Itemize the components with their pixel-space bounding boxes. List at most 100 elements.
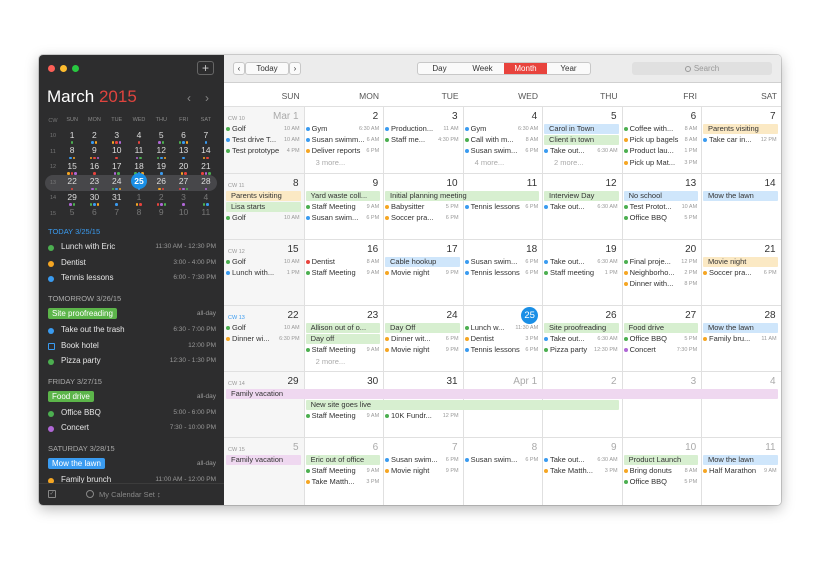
timed-event[interactable]: Concert 7:30 PM [623, 345, 700, 355]
timed-event[interactable]: Dinner wi... 6:30 PM [226, 334, 302, 344]
mini-day[interactable]: 28 [195, 175, 217, 191]
timed-event[interactable]: Take car in... 12 PM [703, 135, 779, 145]
allday-event[interactable]: Movie night [703, 257, 778, 267]
timed-event[interactable]: Take out... 6:30 AM [544, 257, 620, 267]
mini-day[interactable]: 3 [172, 191, 194, 206]
next-period-button[interactable]: › [289, 62, 301, 75]
mini-day[interactable]: 5 [150, 129, 172, 144]
mini-day[interactable]: 9 [83, 144, 105, 160]
mini-day[interactable]: 6 [83, 206, 105, 221]
timed-event[interactable]: Staff Meeting 9 AM [305, 202, 382, 212]
mini-day[interactable]: 9 [150, 206, 172, 221]
timed-event[interactable]: Dentist 8 AM [305, 257, 382, 267]
timed-event[interactable]: Movie night 9 PM [385, 268, 461, 278]
mini-day[interactable]: 7 [106, 206, 128, 221]
search-field[interactable]: Search [632, 62, 772, 75]
timed-event[interactable]: Susan swim... 6 PM [385, 455, 461, 465]
multiday-event[interactable]: Initial planning meeting [385, 191, 539, 201]
mini-day[interactable]: 7 [195, 129, 217, 144]
timed-event[interactable]: Neighborho... 2 PM [623, 268, 700, 278]
mini-day[interactable]: 17 [106, 160, 128, 175]
timed-event[interactable]: Coffee with... 8 AM [623, 124, 700, 134]
zoom-window-button[interactable] [72, 65, 79, 72]
allday-event[interactable]: Client in town [544, 135, 619, 146]
timed-event[interactable]: Test prototype 4 PM [226, 146, 302, 156]
timed-event[interactable]: Tennis lessons 6 PM [464, 268, 541, 278]
allday-event[interactable]: Site proofreading [544, 323, 619, 333]
mini-day[interactable]: 1 [128, 191, 150, 206]
timed-event[interactable]: Half Marathon 9 AM [703, 466, 779, 476]
agenda-item[interactable]: Take out the trash 6:30 - 7:00 PM [48, 325, 216, 338]
multiday-event[interactable]: New site goes live [305, 400, 619, 411]
allday-event[interactable]: Eric out of office [305, 455, 381, 465]
timed-event[interactable]: Golf 10 AM [226, 213, 302, 223]
timed-event[interactable]: Lunch with... 1 PM [226, 268, 302, 278]
timed-event[interactable]: Movie night 9 PM [385, 466, 461, 476]
mini-day[interactable]: 2 [83, 129, 105, 144]
mini-day[interactable]: 22 [61, 175, 83, 191]
prev-period-button[interactable]: ‹ [233, 62, 245, 75]
timed-event[interactable]: Gym 6:30 AM [464, 124, 541, 134]
timed-event[interactable]: Office BBQ 5 PM [623, 213, 700, 223]
timed-event[interactable]: Susan swimm... 6 AM [305, 135, 382, 145]
today-button[interactable]: Today [245, 62, 289, 75]
mini-day[interactable]: 10 [106, 144, 128, 160]
timed-event[interactable]: Babysitter 5 PM [385, 202, 461, 212]
allday-event[interactable]: Mow the lawn [703, 191, 778, 201]
timed-event[interactable]: Deliver reports 6 PM [305, 146, 382, 156]
mini-day[interactable]: 6 [172, 129, 194, 144]
timed-event[interactable]: Dentist 3 PM [464, 334, 541, 344]
timed-event[interactable]: 10K Fundr... 12 PM [385, 411, 461, 421]
allday-event[interactable]: Family vacation [226, 455, 301, 465]
more-events-link[interactable]: 4 more... [465, 158, 541, 168]
timed-event[interactable]: Production... 11 AM [385, 124, 461, 134]
mini-day[interactable]: 11 [128, 144, 150, 160]
close-window-button[interactable] [48, 65, 55, 72]
allday-event[interactable]: Food drive [623, 323, 699, 333]
more-events-link[interactable]: 2 more... [544, 158, 620, 168]
mini-day[interactable]: 4 [195, 191, 217, 206]
timed-event[interactable]: Susan swim... 6 PM [464, 455, 541, 465]
agenda-item[interactable]: Pizza party 12:30 - 1:30 PM [48, 356, 216, 369]
agenda-item[interactable]: Concert 7:30 - 10:00 PM [48, 423, 216, 436]
mini-prev-month-icon[interactable]: ‹ [187, 91, 191, 105]
allday-event[interactable]: Cable hookup [385, 257, 460, 267]
mini-day[interactable]: 1 [61, 129, 83, 144]
agenda-item[interactable]: Book hotel 12:00 PM [48, 341, 216, 354]
timed-event[interactable]: Gym 6:30 AM [305, 124, 382, 134]
mini-day[interactable]: 13 [172, 144, 194, 160]
mini-day[interactable]: 10 [172, 206, 194, 221]
allday-event[interactable]: Interview Day [544, 191, 619, 201]
timed-event[interactable]: Movie night 9 PM [385, 345, 461, 355]
agenda-item[interactable]: Tennis lessons 6:00 - 7:30 PM [48, 273, 216, 286]
timed-event[interactable]: Final proje... 12 PM [623, 257, 700, 267]
mini-day[interactable]: 21 [195, 160, 217, 175]
view-tab-day[interactable]: Day [418, 63, 461, 74]
agenda-item[interactable]: Mow the lawn all-day [48, 458, 216, 472]
multiday-event[interactable]: Family vacation [226, 389, 778, 399]
mini-day[interactable]: 3 [106, 129, 128, 144]
allday-event[interactable]: Yard waste coll... [305, 191, 381, 201]
mini-day[interactable]: 11 [195, 206, 217, 221]
agenda-item[interactable]: Lunch with Eric 11:30 AM - 12:30 PM [48, 242, 216, 255]
allday-event[interactable]: Allison out of o... [305, 323, 381, 333]
timed-event[interactable]: Golf 10 AM [226, 257, 302, 267]
add-event-button[interactable]: + [197, 61, 214, 75]
timed-event[interactable]: Staff Meeting 9 AM [305, 268, 382, 278]
calendar-set-selector[interactable]: My Calendar Set ↕ [99, 490, 161, 499]
mini-day[interactable]: 15 [61, 160, 83, 175]
timed-event[interactable]: Staff meeting 1 PM [544, 268, 620, 278]
timed-event[interactable]: Test Protot... 10 AM [623, 202, 700, 212]
mini-day[interactable]: 31 [106, 191, 128, 206]
allday-event[interactable]: Day off [305, 334, 381, 345]
more-events-link[interactable]: 3 more... [306, 158, 382, 168]
timed-event[interactable]: Take out... 6:30 AM [544, 202, 620, 212]
mini-day[interactable]: 5 [61, 206, 83, 221]
allday-event[interactable]: Mow the lawn [703, 323, 778, 333]
allday-event[interactable]: No school [623, 191, 699, 201]
agenda-item[interactable]: Office BBQ 5:00 - 6:00 PM [48, 408, 216, 421]
view-tab-week[interactable]: Week [461, 63, 504, 74]
timed-event[interactable]: Take Matth... 3 PM [305, 477, 382, 487]
mini-day[interactable]: 23 [83, 175, 105, 191]
timed-event[interactable]: Take out... 6:30 AM [544, 334, 620, 344]
